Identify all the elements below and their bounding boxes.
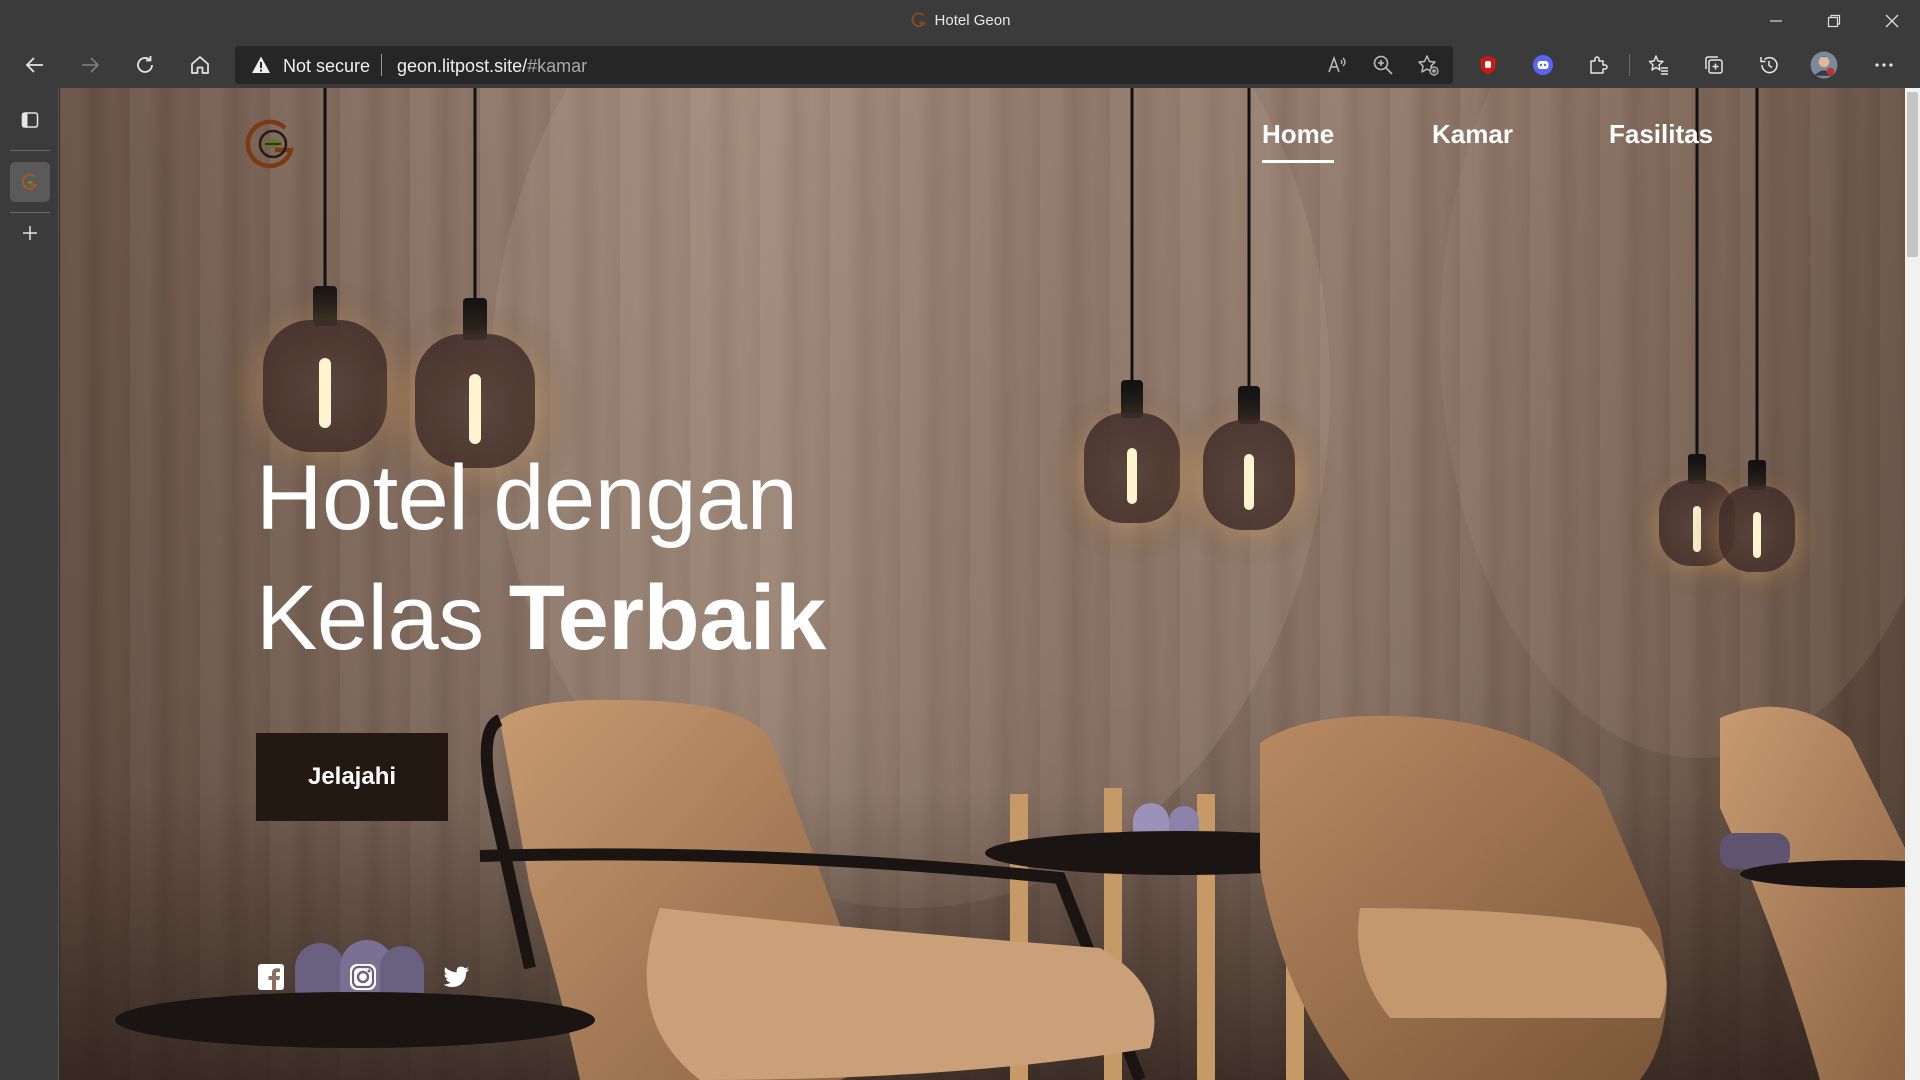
new-tab-icon [23, 226, 37, 240]
minimize-icon [1770, 19, 1782, 22]
home-icon [191, 56, 209, 74]
hero-line-2-bold: Terbaik [508, 567, 826, 669]
favorites-button[interactable] [1641, 47, 1677, 83]
hotel-geon-tab[interactable] [10, 162, 50, 202]
toolbar-divider [1629, 54, 1630, 76]
discord-extension-icon [1533, 55, 1553, 75]
restore-icon [1827, 14, 1841, 27]
ublock-icon [1480, 56, 1496, 75]
extensions-icon [1590, 56, 1608, 74]
url-text[interactable]: geon.litpost.site/#kamar [397, 56, 587, 77]
twitter-icon[interactable] [442, 963, 470, 991]
discord-extension-button[interactable] [1525, 47, 1561, 83]
back-icon [25, 57, 43, 73]
address-separator [381, 54, 382, 76]
favorites-icon [1648, 55, 1668, 75]
new-tab-button[interactable] [10, 213, 50, 253]
instagram-icon[interactable] [349, 963, 377, 991]
add-favorite-icon[interactable] [1417, 54, 1439, 76]
facebook-icon[interactable] [257, 963, 285, 991]
more-button[interactable] [1866, 47, 1902, 83]
url-host: geon.litpost.site/ [397, 56, 528, 76]
hero-headline: Hotel dengan Kelas Terbaik [256, 438, 826, 678]
sidebar-divider [10, 150, 50, 151]
window-titlebar: Hotel Geon [0, 0, 1920, 41]
minimize-button[interactable] [1748, 0, 1804, 41]
refresh-icon [137, 56, 153, 73]
nav-home[interactable]: Home [1262, 119, 1335, 163]
vertical-tab-strip [0, 88, 59, 1080]
refresh-button[interactable] [127, 47, 163, 83]
profile-avatar [1810, 51, 1838, 79]
extensions-button[interactable] [1580, 47, 1616, 83]
collections-button[interactable] [1696, 47, 1732, 83]
hotel-geon-favicon [911, 12, 926, 27]
hero-line-1: Hotel dengan [256, 447, 798, 549]
tab-actions-icon [21, 112, 39, 128]
tab-actions-button[interactable] [10, 100, 50, 140]
home-button[interactable] [182, 47, 218, 83]
profile-button[interactable] [1806, 47, 1842, 83]
hotel-website: Home Kamar Fasilitas Hotel dengan Kelas … [60, 88, 1905, 1080]
window-title: Hotel Geon [0, 11, 1920, 29]
forward-button[interactable] [72, 47, 108, 83]
back-button[interactable] [17, 47, 53, 83]
browser-toolbar: Not secure geon.litpost.site/#kamar [0, 41, 1920, 88]
scrollbar-thumb[interactable] [1907, 92, 1918, 257]
restore-button[interactable] [1806, 0, 1862, 41]
close-icon [1885, 14, 1899, 27]
read-aloud-icon[interactable] [1326, 54, 1348, 76]
history-icon [1760, 56, 1778, 74]
security-status[interactable]: Not secure [283, 56, 370, 77]
address-bar[interactable]: Not secure geon.litpost.site/#kamar [235, 46, 1453, 84]
nav-fasilitas[interactable]: Fasilitas [1609, 119, 1713, 159]
warning-icon [252, 56, 270, 73]
zoom-icon[interactable] [1372, 54, 1394, 76]
ublock-extension-button[interactable] [1470, 47, 1506, 83]
hotel-geon-logo[interactable] [245, 116, 299, 170]
hero-line-2-regular: Kelas [256, 567, 509, 669]
jelajahi-button[interactable]: Jelajahi [256, 733, 448, 821]
collections-icon [1705, 56, 1723, 74]
close-button[interactable] [1864, 0, 1920, 41]
url-fragment: #kamar [527, 56, 588, 76]
history-button[interactable] [1751, 47, 1787, 83]
nav-kamar[interactable]: Kamar [1432, 119, 1513, 159]
more-icon [1875, 63, 1893, 67]
window-title-text: Hotel Geon [934, 12, 1011, 29]
hotel-geon-tab-favicon [21, 173, 38, 190]
forward-icon [82, 57, 100, 73]
